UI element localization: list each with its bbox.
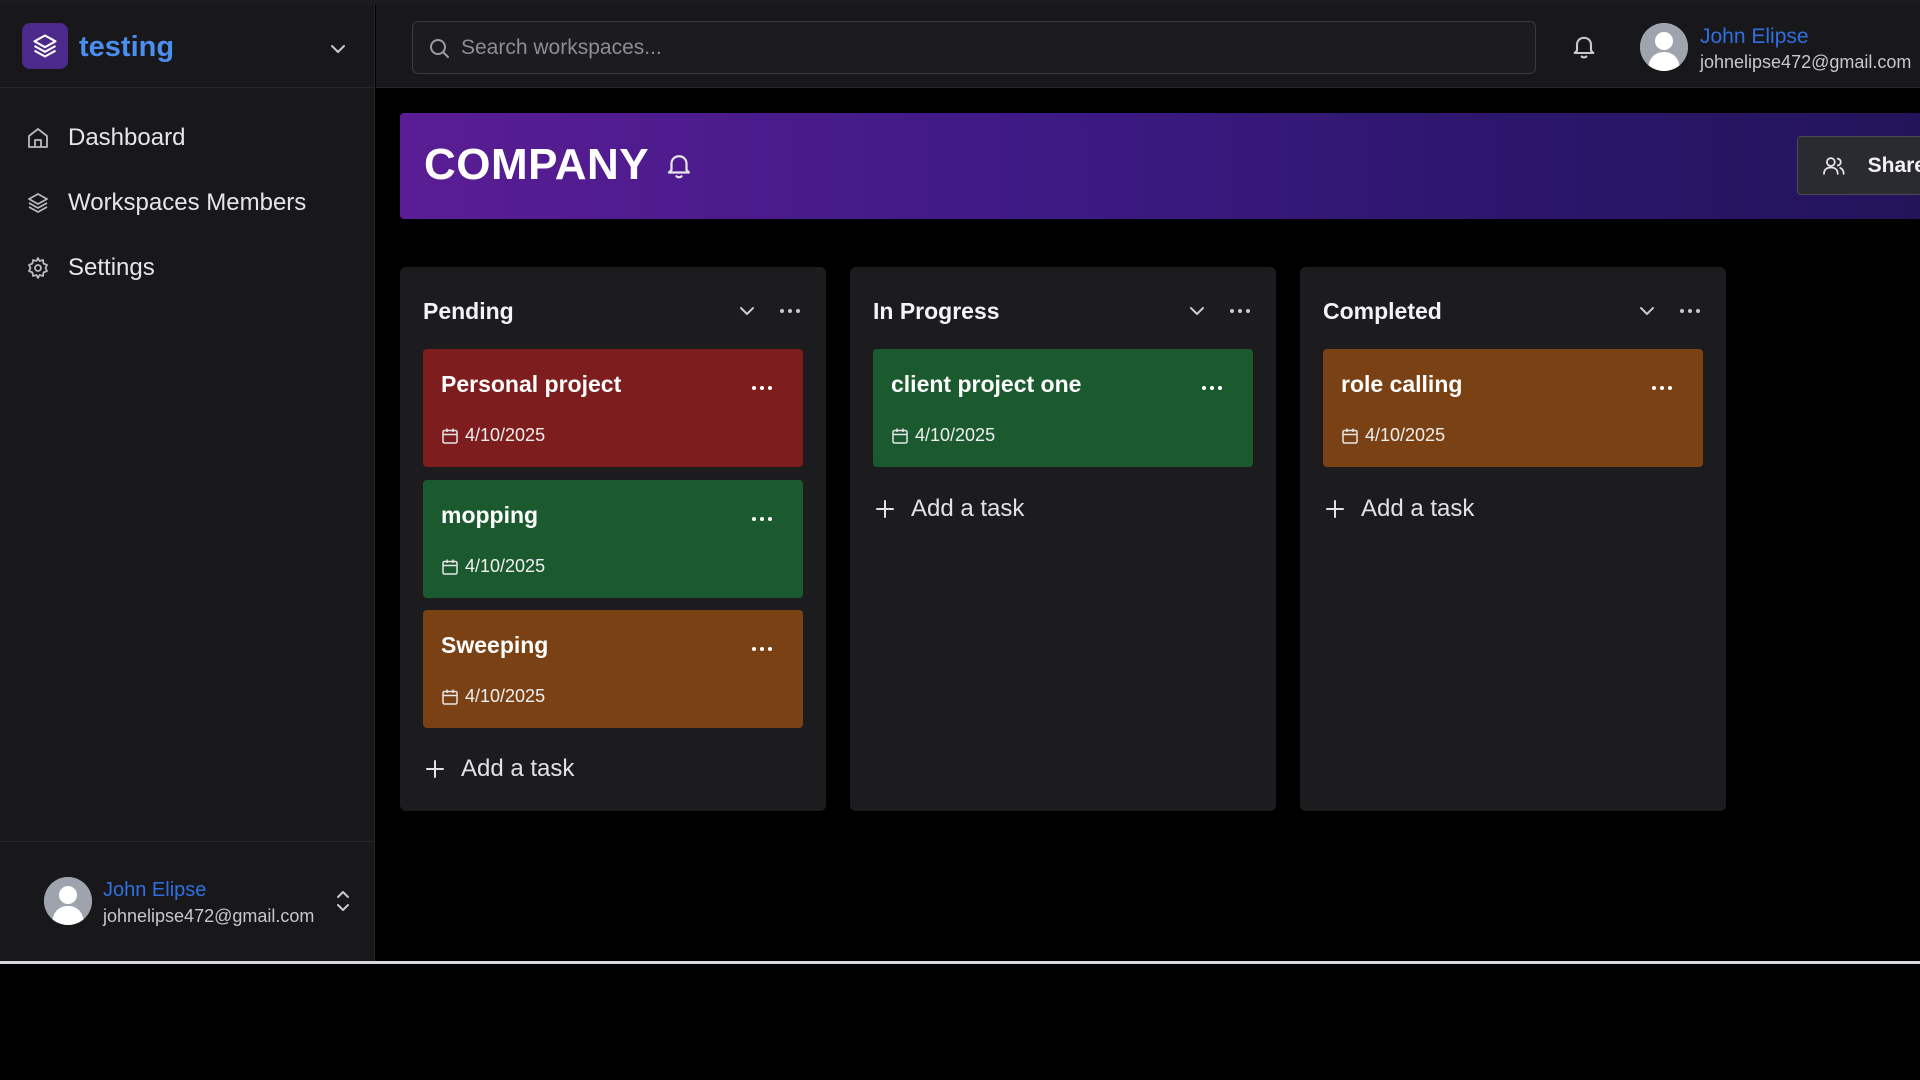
add-task-label: Add a task: [461, 755, 575, 782]
task-card[interactable]: mopping 4/10/2025: [423, 480, 803, 598]
share-button-label: Share: [1867, 153, 1920, 177]
user-name: John Elipse: [103, 879, 207, 901]
task-card[interactable]: role calling 4/10/2025: [1323, 349, 1703, 467]
more-horizontal-icon[interactable]: [1227, 299, 1253, 323]
board-title: COMPANY: [424, 140, 650, 189]
sidebar-nav: Dashboard Workspaces Members Settings: [0, 105, 375, 300]
calendar-icon: [1342, 428, 1358, 444]
bell-icon[interactable]: [1570, 32, 1598, 60]
add-task-label: Add a task: [911, 495, 1025, 522]
more-horizontal-icon[interactable]: [1649, 377, 1675, 399]
more-horizontal-icon[interactable]: [777, 299, 803, 323]
home-icon: [28, 127, 48, 148]
column-header: In Progress: [873, 293, 1253, 329]
task-date-text: 4/10/2025: [465, 686, 546, 706]
task-title: Sweeping: [441, 632, 549, 658]
more-horizontal-icon[interactable]: [1677, 299, 1703, 323]
search-input[interactable]: [461, 35, 1521, 60]
chevron-down-icon[interactable]: [735, 299, 759, 323]
calendar-icon: [442, 689, 458, 705]
board-header: COMPANY Share: [400, 113, 1920, 219]
task-date: 4/10/2025: [441, 425, 545, 446]
layers-icon: [28, 192, 48, 213]
sidebar-item-dashboard[interactable]: Dashboard: [0, 105, 375, 170]
avatar[interactable]: [1640, 23, 1688, 71]
task-title: Personal project: [441, 371, 622, 397]
calendar-icon: [892, 428, 908, 444]
workspace-name: testing: [79, 31, 175, 63]
workspace-switcher[interactable]: testing: [0, 5, 375, 88]
avatar: [44, 877, 92, 925]
task-title: client project one: [891, 371, 1082, 397]
window-bottom-edge: [0, 961, 1920, 964]
user-email: johnelipse472@gmail.com: [1700, 52, 1912, 72]
task-date: 4/10/2025: [891, 425, 995, 446]
add-task-button[interactable]: Add a task: [423, 749, 574, 789]
chevron-down-icon[interactable]: [1185, 299, 1209, 323]
search-icon: [430, 38, 449, 58]
bell-icon[interactable]: [664, 149, 694, 181]
task-date: 4/10/2025: [1341, 425, 1445, 446]
column-title: In Progress: [873, 297, 1000, 324]
task-title: mopping: [441, 502, 539, 528]
sidebar-item-settings[interactable]: Settings: [0, 235, 375, 300]
gear-icon: [28, 256, 48, 279]
sidebar-item-label: Dashboard: [68, 123, 186, 151]
user-name: John Elipse: [1700, 25, 1809, 48]
chevron-down-icon[interactable]: [1635, 299, 1659, 323]
calendar-icon: [442, 428, 458, 444]
top-bar: John Elipse johnelipse472@gmail.com: [376, 5, 1920, 88]
add-task-button[interactable]: Add a task: [873, 489, 1024, 529]
more-horizontal-icon[interactable]: [749, 638, 775, 660]
task-date: 4/10/2025: [441, 556, 545, 577]
column-title: Pending: [423, 297, 514, 324]
plus-icon: [1326, 500, 1344, 518]
column-header: Completed: [1323, 293, 1703, 329]
more-horizontal-icon[interactable]: [749, 508, 775, 530]
task-date-text: 4/10/2025: [465, 425, 546, 445]
add-task-label: Add a task: [1361, 495, 1475, 522]
task-card[interactable]: client project one 4/10/2025: [873, 349, 1253, 467]
task-title: role calling: [1341, 371, 1463, 397]
task-date: 4/10/2025: [441, 686, 545, 707]
task-date-text: 4/10/2025: [1365, 425, 1446, 445]
column-header: Pending: [423, 293, 803, 329]
search-bar[interactable]: [412, 21, 1536, 74]
calendar-icon: [442, 559, 458, 575]
sidebar-item-label: Settings: [68, 253, 155, 281]
sidebar-item-workspaces-members[interactable]: Workspaces Members: [0, 170, 375, 235]
task-card[interactable]: Sweeping 4/10/2025: [423, 610, 803, 728]
column-title: Completed: [1323, 297, 1442, 324]
task-date-text: 4/10/2025: [465, 556, 546, 576]
share-button[interactable]: Share: [1797, 136, 1920, 195]
sidebar-item-label: Workspaces Members: [68, 188, 307, 216]
plus-icon: [426, 760, 444, 778]
chevrons-up-down-icon[interactable]: [332, 888, 354, 914]
column-pending: Pending Personal project 4/10/2025 moppi…: [400, 267, 826, 811]
more-horizontal-icon[interactable]: [749, 377, 775, 399]
plus-icon: [876, 500, 894, 518]
sidebar: testing Dashboard Workspaces Members Set…: [0, 5, 375, 961]
user-email: johnelipse472@gmail.com: [103, 906, 315, 926]
app-window: testing Dashboard Workspaces Members Set…: [0, 0, 1920, 964]
more-horizontal-icon[interactable]: [1199, 377, 1225, 399]
task-card[interactable]: Personal project 4/10/2025: [423, 349, 803, 467]
task-date-text: 4/10/2025: [915, 425, 996, 445]
add-task-button[interactable]: Add a task: [1323, 489, 1474, 529]
column-in-progress: In Progress client project one 4/10/2025…: [850, 267, 1276, 811]
column-completed: Completed role calling 4/10/2025 Add a t…: [1300, 267, 1726, 811]
users-icon: [1823, 156, 1845, 175]
chevron-down-icon[interactable]: [326, 37, 350, 61]
sidebar-user-menu[interactable]: John Elipse johnelipse472@gmail.com: [0, 841, 375, 961]
workspace-logo-icon: [22, 23, 68, 69]
